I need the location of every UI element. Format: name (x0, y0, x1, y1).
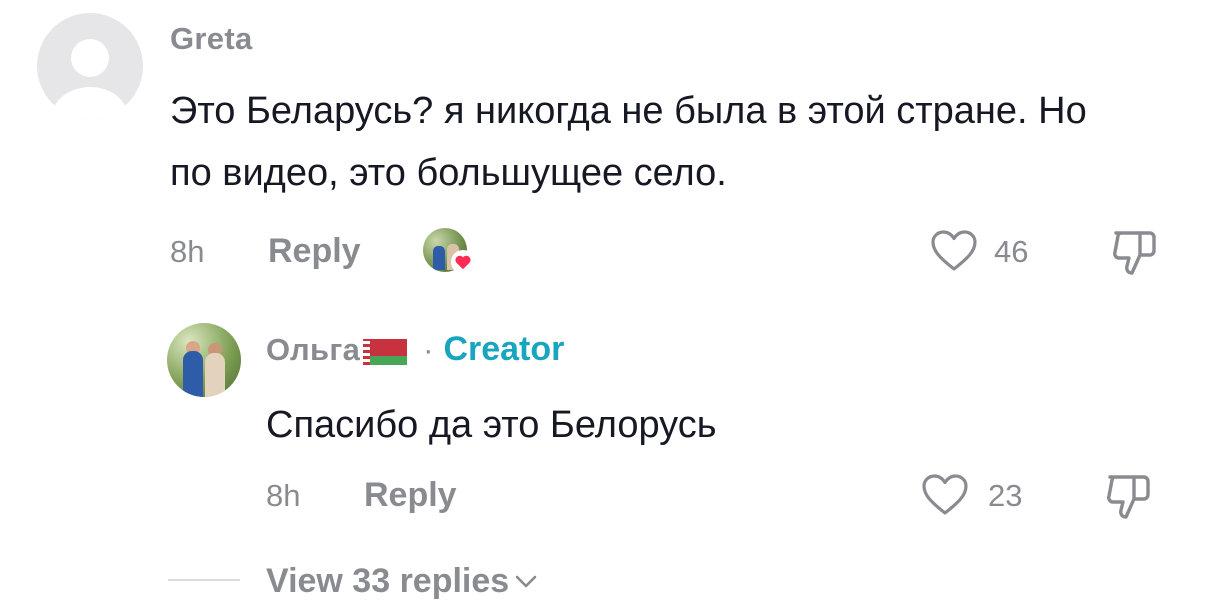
liked-by-creator-indicator (423, 228, 475, 274)
creator-avatar[interactable] (167, 323, 241, 397)
replies-divider (168, 579, 240, 581)
heart-filled-icon (451, 250, 475, 274)
reply-button[interactable]: Reply (268, 232, 361, 271)
comment-timestamp: 8h (170, 234, 205, 269)
badge-separator: · (423, 331, 434, 367)
thumbs-down-icon[interactable] (1110, 227, 1158, 277)
reply-reply-button[interactable]: Reply (364, 476, 457, 515)
reply-timestamp: 8h (266, 478, 301, 513)
person-icon (71, 39, 109, 77)
reply-text: Спасибо да это Белорусь (266, 404, 717, 446)
reply-username[interactable]: Ольга (266, 332, 360, 368)
belarus-flag-icon (363, 338, 408, 365)
chevron-down-icon (515, 575, 537, 589)
thumbs-down-icon[interactable] (1104, 471, 1152, 521)
reply-like-count: 23 (988, 478, 1023, 513)
view-replies-button[interactable]: View 33 replies (266, 562, 537, 601)
heart-outline-icon[interactable] (921, 473, 969, 517)
view-replies-label: View 33 replies (266, 562, 510, 600)
heart-outline-icon[interactable] (930, 229, 978, 273)
like-count: 46 (994, 234, 1029, 269)
reply-header: Ольга · Creator (266, 330, 564, 369)
comment-username[interactable]: Greta (170, 21, 252, 57)
commenter-avatar[interactable] (37, 13, 143, 119)
creator-badge: Creator (443, 330, 565, 368)
comment-text: Это Беларусь? я никогда не была в этой с… (170, 90, 1087, 194)
